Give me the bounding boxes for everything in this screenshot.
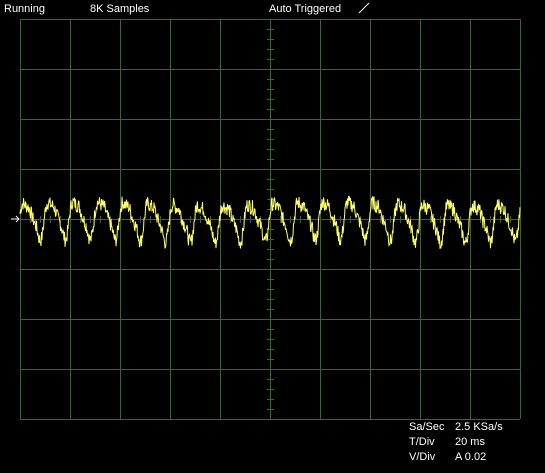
ground-reference-marker <box>11 215 20 223</box>
time-div-label: T/Div <box>409 436 435 448</box>
sample-rate-label: Sa/Sec <box>409 421 445 433</box>
oscilloscope-display <box>11 19 521 420</box>
volt-div-label: V/Div <box>409 451 436 463</box>
graticule <box>20 19 521 420</box>
sample-rate-value: 2.5 KSa/s <box>455 421 503 433</box>
time-div-value: 20 ms <box>455 436 485 448</box>
volt-div-value: A 0.02 <box>455 451 487 463</box>
